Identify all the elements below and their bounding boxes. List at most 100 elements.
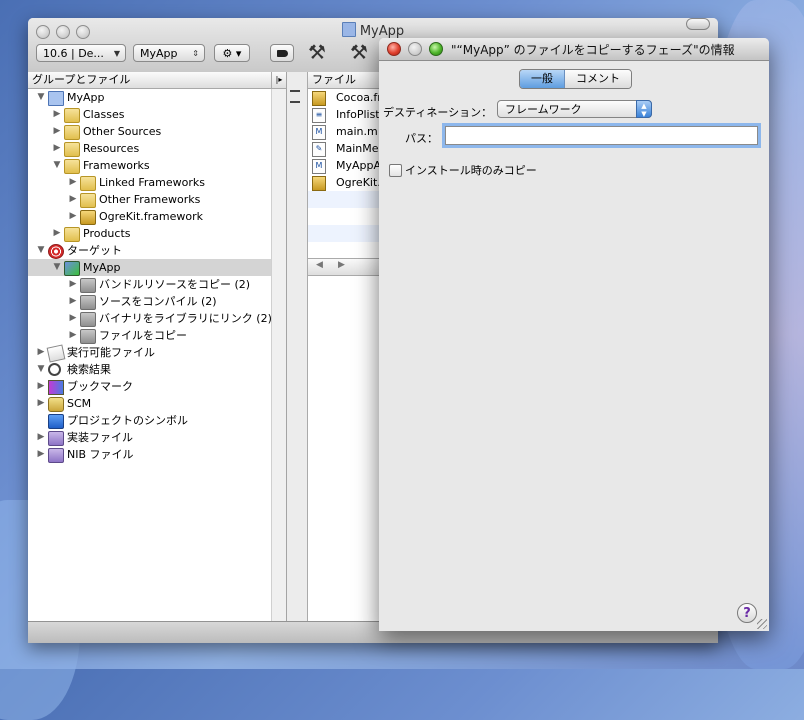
info-zoom-button[interactable]	[429, 42, 443, 56]
sidebar-item[interactable]: ▶ NIB ファイル	[28, 446, 286, 463]
tab-general[interactable]: 一般	[520, 70, 565, 88]
sidebar-item-label: バンドルリソースをコピー (2)	[99, 278, 251, 291]
folder-icon	[64, 159, 80, 174]
build-hammer-icon[interactable]: ⚒	[308, 40, 326, 64]
groups-and-files-sidebar: グループとファイル |▸ ▼ MyApp ▶ Classes ▶ Other Source…	[28, 72, 287, 622]
sidebar-item[interactable]: ▼ 検索結果	[28, 361, 286, 378]
disclosure-closed-icon[interactable]: ▶	[68, 293, 78, 310]
sidebar-item-label: ターゲット	[67, 244, 122, 257]
info-close-button[interactable]	[387, 42, 401, 56]
sidebar-item[interactable]: ▶ ファイルをコピー	[28, 327, 286, 344]
disclosure-closed-icon[interactable]: ▶	[68, 208, 78, 225]
sidebar-item[interactable]: ▶ SCM	[28, 395, 286, 412]
window-title-text: MyApp	[359, 24, 405, 39]
forward-arrow-icon[interactable]: ▶	[338, 260, 345, 270]
file-name: Cocoa.fr	[336, 91, 382, 104]
sidebar-item[interactable]: ▶ Linked Frameworks	[28, 174, 286, 191]
file-name: main.m	[336, 125, 378, 138]
info-minimize-button[interactable]	[408, 42, 422, 56]
disclosure-closed-icon[interactable]: ▶	[36, 344, 46, 361]
m-file-icon: M	[312, 125, 326, 140]
disclosure-closed-icon[interactable]: ▶	[68, 174, 78, 191]
disclosure-closed-icon[interactable]: ▶	[68, 327, 78, 344]
build-and-run-icon[interactable]: ⚒	[350, 40, 368, 64]
app-target-icon	[64, 261, 80, 276]
disclosure-closed-icon[interactable]: ▶	[36, 395, 46, 412]
sidebar-item[interactable]: ▶ ブックマーク	[28, 378, 286, 395]
disclosure-open-icon[interactable]: ▼	[52, 259, 62, 276]
disclosure-closed-icon[interactable]: ▶	[68, 276, 78, 293]
column-resize-icon[interactable]: |▸	[271, 72, 286, 88]
sdk-popup[interactable]: 10.6 | De... ▼	[36, 44, 126, 62]
target-popup[interactable]: MyApp ⇕	[133, 44, 205, 62]
copy-only-when-installing-checkbox[interactable]	[389, 164, 402, 177]
disclosure-closed-icon[interactable]: ▶	[36, 446, 46, 463]
action-gear-button[interactable]: ⚙ ▾	[214, 44, 250, 62]
build-phase-icon	[80, 295, 96, 310]
sidebar-item[interactable]: ▶ バンドルリソースをコピー (2)	[28, 276, 286, 293]
destination-value: フレームワーク	[505, 103, 582, 116]
destination-popup[interactable]: フレームワーク ▲ ▼	[497, 100, 652, 118]
sidebar-item[interactable]: ▶ Products	[28, 225, 286, 242]
sidebar-scrollbar[interactable]	[271, 89, 286, 622]
sidebar-item[interactable]: ▶ Resources	[28, 140, 286, 157]
info-tab-control: 一般 コメント	[519, 69, 632, 89]
file-name: OgreKit.	[336, 176, 381, 189]
bookmark-icon	[48, 380, 64, 395]
file-name: InfoPlist	[336, 108, 380, 121]
xib-file-icon: ✎	[312, 142, 326, 157]
sidebar-item[interactable]: ▶ Other Frameworks	[28, 191, 286, 208]
disclosure-open-icon[interactable]: ▼	[36, 242, 46, 259]
sidebar-item[interactable]: ▶ Classes	[28, 106, 286, 123]
back-arrow-icon[interactable]: ◀	[316, 260, 323, 270]
sidebar-item-label: 実装ファイル	[67, 431, 133, 444]
sidebar-item[interactable]: ▶ ソースをコンパイル (2)	[28, 293, 286, 310]
sidebar-item[interactable]: ▶ OgreKit.framework	[28, 208, 286, 225]
disclosure-open-icon[interactable]: ▼	[36, 89, 46, 106]
file-column-label: ファイル	[312, 73, 356, 86]
sidebar-item-label: Linked Frameworks	[99, 176, 206, 189]
resize-grip-icon[interactable]	[757, 619, 767, 629]
sidebar-item[interactable]: ▼ Frameworks	[28, 157, 286, 174]
sidebar-item-label: NIB ファイル	[67, 448, 134, 461]
sidebar-item[interactable]: ▶ 実装ファイル	[28, 429, 286, 446]
sidebar-item[interactable]: ▼ ターゲット	[28, 242, 286, 259]
folder-icon	[64, 108, 80, 123]
sidebar-item-label: ブックマーク	[67, 380, 133, 393]
sidebar-column-header[interactable]: グループとファイル |▸	[28, 72, 286, 89]
project-icon	[341, 22, 356, 37]
m-file-icon: M	[312, 159, 326, 174]
help-button[interactable]: ?	[737, 603, 757, 623]
list-view-icon[interactable]	[290, 90, 300, 103]
sidebar-item[interactable]: ▼ MyApp	[28, 259, 286, 276]
disclosure-closed-icon[interactable]: ▶	[52, 106, 62, 123]
disclosure-closed-icon[interactable]: ▶	[52, 225, 62, 242]
sidebar-item[interactable]: プロジェクトのシンボル	[28, 412, 286, 429]
popup-stepper-icon: ⇕	[192, 49, 199, 58]
disclosure-open-icon[interactable]: ▼	[36, 361, 46, 378]
build-phase-icon	[80, 329, 96, 344]
breakpoints-button[interactable]	[270, 44, 294, 62]
sidebar-item-label: Frameworks	[83, 159, 150, 172]
executable-icon	[46, 344, 66, 363]
path-input[interactable]	[445, 126, 758, 145]
sidebar-item[interactable]: ▶ バイナリをライブラリにリンク (2)	[28, 310, 286, 327]
sidebar-item-label: Classes	[83, 108, 125, 121]
smart-group-icon	[48, 448, 64, 463]
disclosure-closed-icon[interactable]: ▶	[36, 378, 46, 395]
disclosure-closed-icon[interactable]: ▶	[52, 123, 62, 140]
disclosure-closed-icon[interactable]: ▶	[52, 140, 62, 157]
split-view-divider[interactable]	[287, 72, 308, 622]
tab-comments[interactable]: コメント	[565, 70, 631, 88]
sidebar-item-label: MyApp	[83, 261, 121, 274]
sidebar-item-label: Other Frameworks	[99, 193, 201, 206]
sidebar-item[interactable]: ▶ 実行可能ファイル	[28, 344, 286, 363]
disclosure-closed-icon[interactable]: ▶	[36, 429, 46, 446]
toolbar-toggle-button[interactable]	[686, 18, 710, 30]
sidebar-item[interactable]: ▼ MyApp	[28, 89, 286, 106]
sidebar-item[interactable]: ▶ Other Sources	[28, 123, 286, 140]
sidebar-item-label: 実行可能ファイル	[67, 346, 155, 359]
disclosure-closed-icon[interactable]: ▶	[68, 191, 78, 208]
disclosure-closed-icon[interactable]: ▶	[68, 310, 78, 327]
disclosure-open-icon[interactable]: ▼	[52, 157, 62, 174]
